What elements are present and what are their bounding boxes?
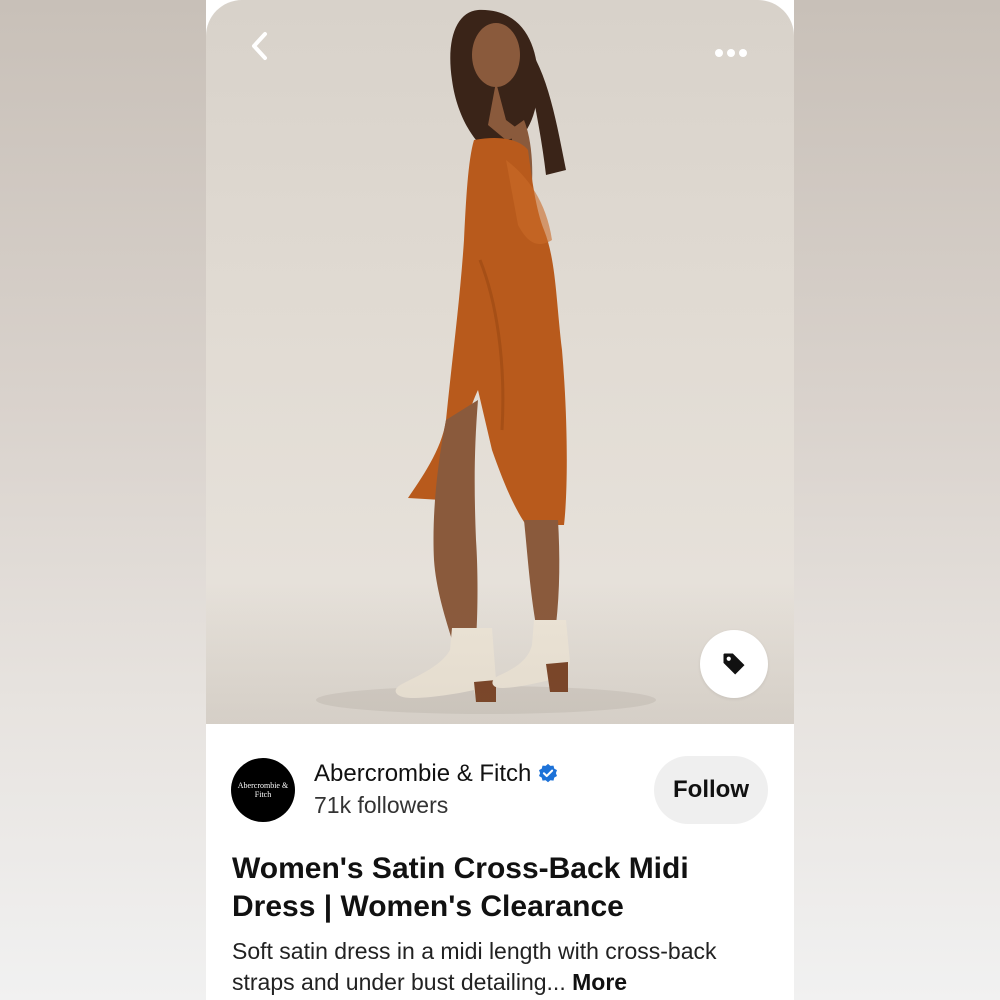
background-left (0, 0, 206, 1000)
creator-name-row: Abercrombie & Fitch (314, 760, 559, 788)
pin-detail-screen: Abercrombie & Fitch Abercrombie & Fitch … (206, 0, 794, 1000)
verified-badge-icon (539, 763, 558, 783)
follow-button[interactable]: Follow (654, 756, 768, 824)
avatar[interactable]: Abercrombie & Fitch (231, 758, 295, 822)
more-options-button[interactable] (706, 38, 756, 68)
back-button[interactable] (242, 28, 278, 64)
chevron-left-icon (252, 32, 267, 60)
price-tag-icon (723, 653, 745, 675)
avatar-logo-text: Abercrombie & Fitch (237, 781, 289, 799)
more-horizontal-icon (715, 49, 723, 57)
more-link[interactable]: More (572, 969, 627, 995)
pin-title: Women's Satin Cross-Back Midi Dress | Wo… (232, 852, 689, 923)
follower-count: 71k followers (314, 792, 449, 818)
pin-description-text: Soft satin dress in a midi length with c… (232, 938, 717, 995)
more-horizontal-icon (739, 49, 747, 57)
more-horizontal-icon (727, 49, 735, 57)
creator-section: Abercrombie & Fitch Abercrombie & Fitch … (206, 724, 794, 844)
background-right (794, 0, 1000, 1000)
creator-name[interactable]: Abercrombie & Fitch (314, 760, 531, 788)
pin-image[interactable] (206, 0, 794, 724)
pin-description: Soft satin dress in a midi length with c… (232, 936, 772, 998)
shop-tag-button[interactable] (700, 630, 768, 698)
